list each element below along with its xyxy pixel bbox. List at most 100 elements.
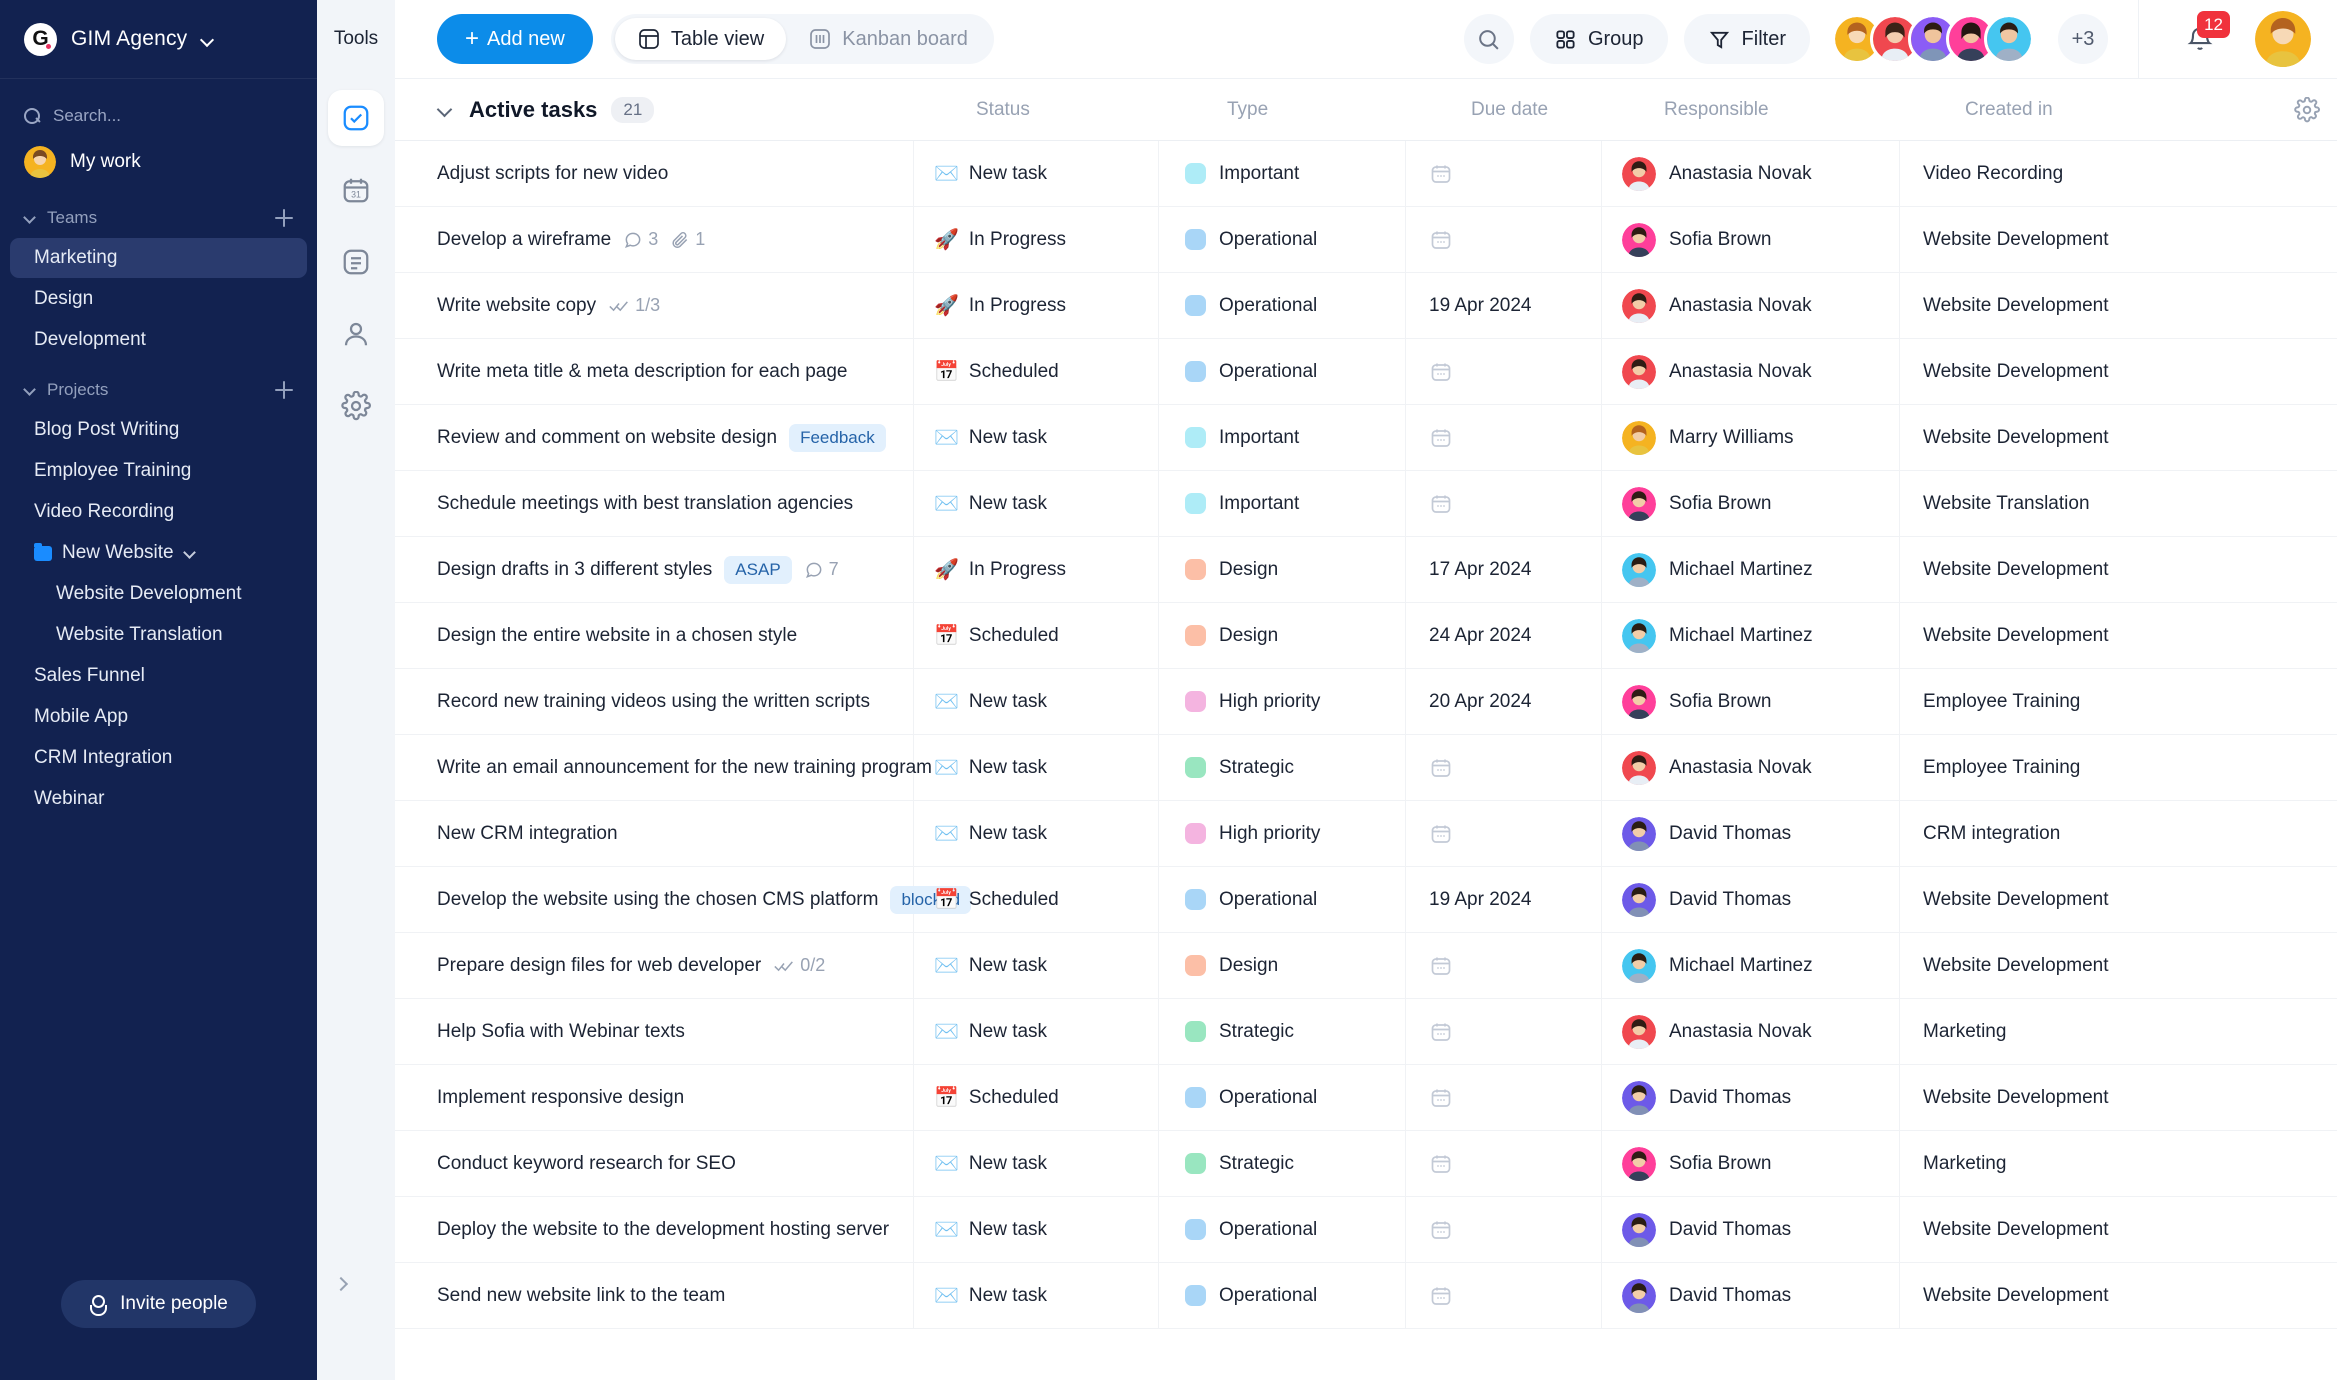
responsible-cell[interactable]: Sofia Brown: [1602, 206, 1900, 273]
table-row[interactable]: Help Sofia with Webinar texts ✉️ New task S…: [395, 998, 2337, 1065]
tool-contacts-button[interactable]: [328, 306, 384, 362]
due-date-empty[interactable]: [1429, 822, 1453, 846]
sidebar-item-new-website[interactable]: New Website: [10, 533, 307, 573]
due-date-cell[interactable]: [1406, 998, 1602, 1065]
status-cell[interactable]: 📅 Scheduled: [914, 1064, 1159, 1131]
due-date-empty[interactable]: [1429, 756, 1453, 780]
due-date-empty[interactable]: [1429, 426, 1453, 450]
column-header-type[interactable]: Type: [1201, 99, 1448, 121]
table-row[interactable]: Deploy the website to the development ho…: [395, 1196, 2337, 1263]
due-date-empty[interactable]: [1429, 1020, 1453, 1044]
filter-button[interactable]: Filter: [1683, 14, 1810, 64]
status-cell[interactable]: 🚀 In Progress: [914, 536, 1159, 603]
group-button[interactable]: Group: [1529, 14, 1668, 64]
table-settings-button[interactable]: [2277, 96, 2337, 123]
status-cell[interactable]: ✉️ New task: [914, 734, 1159, 801]
created-in-cell[interactable]: Website Development: [1900, 1263, 2337, 1329]
sidebar-item-crm-integration[interactable]: CRM Integration: [10, 738, 307, 778]
responsible-cell[interactable]: David Thomas: [1602, 800, 1900, 867]
sidebar-item-webinar[interactable]: Webinar: [10, 779, 307, 819]
created-in-cell[interactable]: Website Development: [1900, 537, 2337, 603]
table-row[interactable]: Implement responsive design 📅 Scheduled Ope…: [395, 1064, 2337, 1131]
tool-notes-button[interactable]: [328, 234, 384, 290]
due-date-cell[interactable]: 19 Apr 2024: [1406, 272, 1602, 339]
table-row[interactable]: Write an email announcement for the new …: [395, 734, 2337, 801]
created-in-cell[interactable]: Website Development: [1900, 273, 2337, 339]
chevron-down-icon[interactable]: [201, 33, 214, 46]
created-in-cell[interactable]: Website Development: [1900, 207, 2337, 273]
status-cell[interactable]: 📅 Scheduled: [914, 866, 1159, 933]
table-row[interactable]: Design the entire website in a chosen st…: [395, 602, 2337, 669]
type-cell[interactable]: Operational: [1159, 338, 1406, 405]
status-cell[interactable]: ✉️ New task: [914, 932, 1159, 999]
more-members-badge[interactable]: +3: [2058, 14, 2108, 64]
created-in-cell[interactable]: Employee Training: [1900, 669, 2337, 735]
responsible-cell[interactable]: Anastasia Novak: [1602, 998, 1900, 1065]
task-name-cell[interactable]: Write an email announcement for the new …: [395, 734, 932, 801]
due-date-cell[interactable]: [1406, 1196, 1602, 1263]
created-in-cell[interactable]: Website Development: [1900, 867, 2337, 933]
column-header-due-date[interactable]: Due date: [1448, 99, 1644, 121]
search-button[interactable]: [1463, 14, 1514, 64]
tool-settings-button[interactable]: [328, 378, 384, 434]
type-cell[interactable]: Strategic: [1159, 734, 1406, 801]
created-in-cell[interactable]: Website Development: [1900, 1065, 2337, 1131]
table-row[interactable]: Conduct keyword research for SEO ✉️ New ta…: [395, 1130, 2337, 1197]
sidebar-item-development[interactable]: Development: [10, 320, 307, 360]
type-cell[interactable]: High priority: [1159, 668, 1406, 735]
due-date-cell[interactable]: [1406, 1064, 1602, 1131]
created-in-cell[interactable]: Website Development: [1900, 339, 2337, 405]
table-row[interactable]: New CRM integration ✉️ New task High priori…: [395, 800, 2337, 867]
status-cell[interactable]: 📅 Scheduled: [914, 602, 1159, 669]
responsible-cell[interactable]: Anastasia Novak: [1602, 734, 1900, 801]
created-in-cell[interactable]: Video Recording: [1900, 141, 2337, 207]
add-project-button[interactable]: [275, 381, 293, 399]
created-in-cell[interactable]: Marketing: [1900, 999, 2337, 1065]
due-date-cell[interactable]: [1406, 800, 1602, 867]
type-cell[interactable]: Operational: [1159, 272, 1406, 339]
task-name-cell[interactable]: Conduct keyword research for SEO: [395, 1130, 914, 1197]
task-name-cell[interactable]: Schedule meetings with best translation …: [395, 470, 914, 537]
created-in-cell[interactable]: Website Development: [1900, 933, 2337, 999]
member-avatars[interactable]: [1832, 14, 2034, 64]
due-date-cell[interactable]: [1406, 1130, 1602, 1197]
sidebar-item-website-development[interactable]: Website Development: [10, 574, 307, 614]
task-name-cell[interactable]: Design drafts in 3 different styles ASAP 7: [395, 536, 914, 603]
task-name-cell[interactable]: Record new training videos using the wri…: [395, 668, 914, 735]
due-date-cell[interactable]: [1406, 932, 1602, 999]
responsible-cell[interactable]: David Thomas: [1602, 866, 1900, 933]
due-date-empty[interactable]: [1429, 228, 1453, 252]
task-tag[interactable]: ASAP: [724, 555, 792, 584]
due-date-cell[interactable]: 20 Apr 2024: [1406, 668, 1602, 735]
sidebar-item-website-translation[interactable]: Website Translation: [10, 615, 307, 655]
type-cell[interactable]: Operational: [1159, 206, 1406, 273]
responsible-cell[interactable]: Sofia Brown: [1602, 1130, 1900, 1197]
due-date-cell[interactable]: 24 Apr 2024: [1406, 602, 1602, 669]
responsible-cell[interactable]: Marry Williams: [1602, 404, 1900, 471]
due-date-empty[interactable]: [1429, 492, 1453, 516]
task-name-cell[interactable]: Write website copy 1/3: [395, 272, 914, 339]
status-cell[interactable]: ✉️ New task: [914, 998, 1159, 1065]
table-row[interactable]: Develop the website using the chosen CMS…: [395, 866, 2337, 933]
table-row[interactable]: Schedule meetings with best translation …: [395, 470, 2337, 537]
responsible-cell[interactable]: Michael Martinez: [1602, 602, 1900, 669]
type-cell[interactable]: Important: [1159, 140, 1406, 207]
table-row[interactable]: Review and comment on website design Feed…: [395, 404, 2337, 471]
status-cell[interactable]: 🚀 In Progress: [914, 272, 1159, 339]
sidebar-item-blog-post-writing[interactable]: Blog Post Writing: [10, 410, 307, 450]
sidebar-item-my-work[interactable]: My work: [0, 135, 317, 189]
sidebar-group-teams[interactable]: Teams: [0, 189, 317, 237]
table-row[interactable]: Prepare design files for web developer 0/…: [395, 932, 2337, 999]
task-name-cell[interactable]: Deploy the website to the development ho…: [395, 1196, 914, 1263]
sidebar-item-sales-funnel[interactable]: Sales Funnel: [10, 656, 307, 696]
type-cell[interactable]: Design: [1159, 536, 1406, 603]
due-date-cell[interactable]: [1406, 140, 1602, 207]
responsible-cell[interactable]: Michael Martinez: [1602, 932, 1900, 999]
status-cell[interactable]: ✉️ New task: [914, 470, 1159, 537]
task-name-cell[interactable]: Review and comment on website design Feed…: [395, 404, 914, 471]
task-name-cell[interactable]: Adjust scripts for new video: [395, 140, 914, 207]
due-date-cell[interactable]: 19 Apr 2024: [1406, 866, 1602, 933]
status-cell[interactable]: ✉️ New task: [914, 1262, 1159, 1329]
table-row[interactable]: Write meta title & meta description for …: [395, 338, 2337, 405]
status-cell[interactable]: 🚀 In Progress: [914, 206, 1159, 273]
